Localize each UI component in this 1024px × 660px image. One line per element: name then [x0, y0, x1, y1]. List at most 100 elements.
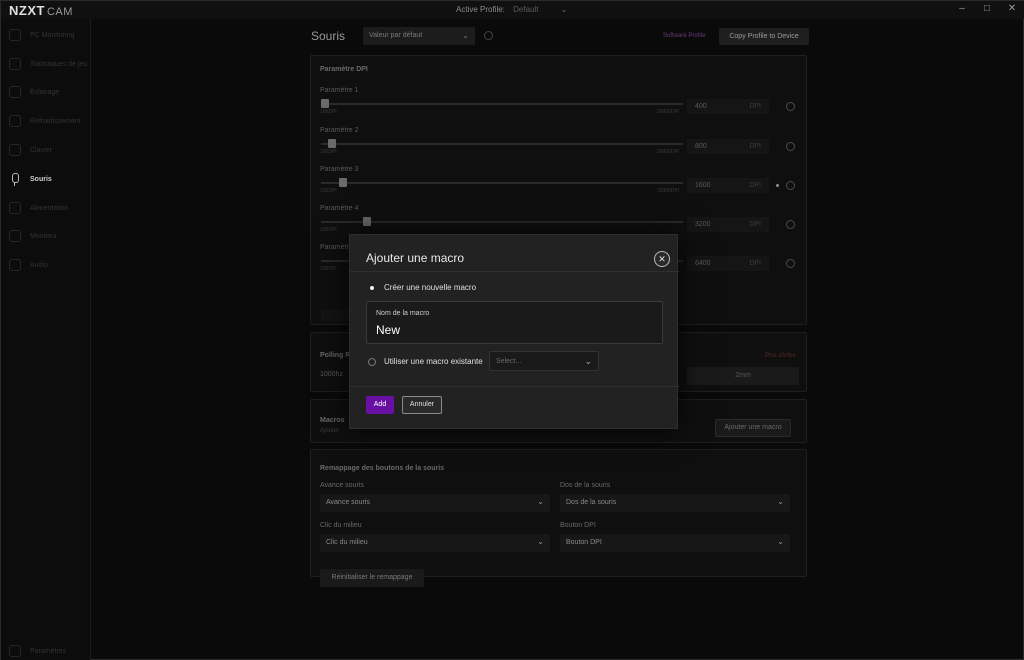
sidebar-item-label: Alimentation	[30, 204, 69, 212]
page-title: Souris	[311, 29, 346, 43]
dpi-value: 1600	[695, 182, 711, 189]
macros-title: Macros	[320, 417, 345, 424]
dpi-slider-1[interactable]	[321, 99, 683, 108]
slider-min-label: 100DPI	[320, 109, 337, 115]
remap-select-dpi[interactable]: Bouton DPI ⌄	[560, 534, 790, 552]
close-icon[interactable]: ✕	[654, 251, 670, 267]
logo-subtext: CAM	[46, 6, 73, 18]
software-profile-link[interactable]: Software Profile	[663, 33, 705, 39]
sidebar-item-label: Souris	[30, 175, 52, 183]
active-profile-selector[interactable]: Active Profile: Default ⌄	[456, 5, 567, 14]
sidebar-item-settings[interactable]: Paramètres	[9, 644, 66, 658]
slider-min-label: 100DPI	[320, 188, 337, 194]
radio-new-macro[interactable]: Créer une nouvelle macro	[368, 283, 476, 292]
dpi-value-field[interactable]: 800 DPI	[687, 139, 769, 154]
remove-level-icon[interactable]	[786, 142, 795, 151]
slider-thumb[interactable]	[363, 217, 372, 226]
slider-thumb[interactable]	[338, 178, 347, 187]
radio-selected-icon	[368, 284, 376, 292]
chevron-down-icon: ⌄	[462, 31, 469, 40]
dpi-unit: DPI	[749, 221, 761, 228]
power-icon	[9, 202, 21, 214]
add-macro-button[interactable]: Ajouter une macro	[715, 419, 791, 437]
remap-select-value: Clic du milieu	[326, 539, 368, 546]
slider-min-label: 100DPI	[320, 266, 337, 272]
dpi-value-field[interactable]: 3200 DPI	[687, 217, 769, 232]
sidebar-item-audio[interactable]: Audio	[9, 258, 48, 272]
remap-select-value: Avance souris	[326, 499, 370, 506]
remap-label-dpi: Bouton DPI	[560, 522, 596, 529]
chevron-down-icon: ⌄	[560, 5, 568, 14]
minimize-button[interactable]: –	[954, 3, 970, 14]
chevron-down-icon: ⌄	[584, 356, 592, 366]
sidebar-item-cooling[interactable]: Refroidissement	[9, 114, 81, 128]
remove-level-icon[interactable]	[786, 102, 795, 111]
dpi-value-field[interactable]: 400 DPI	[687, 99, 769, 114]
add-macro-dialog: Ajouter une macro ✕ Créer une nouvelle m…	[349, 234, 679, 429]
chevron-down-icon: ⌄	[537, 537, 544, 546]
sidebar-item-label: Refroidissement	[30, 117, 81, 125]
remap-select-forward[interactable]: Avance souris ⌄	[320, 494, 550, 512]
remove-level-icon[interactable]	[786, 259, 795, 268]
slider-min-label: 100DPI	[320, 227, 337, 233]
remove-level-icon[interactable]	[786, 181, 795, 190]
more-info-link[interactable]: Plus d'infos	[765, 353, 796, 359]
active-profile-label: Active Profile:	[456, 5, 505, 14]
radio-unselected-icon	[368, 357, 376, 366]
radio-existing-macro[interactable]: Utiliser une macro existante	[368, 357, 483, 366]
dpi-slider-4[interactable]	[321, 217, 683, 226]
slider-thumb[interactable]	[328, 139, 337, 148]
dpi-value: 400	[695, 103, 707, 110]
sidebar-item-label: Éclairage	[30, 88, 60, 96]
dpi-level-label: Paramètre 1	[320, 87, 359, 94]
remap-select-value: Dos de la souris	[566, 499, 617, 506]
remap-select-value: Bouton DPI	[566, 539, 602, 546]
dpi-slider-2[interactable]	[321, 139, 683, 148]
remap-select-middle[interactable]: Clic du milieu ⌄	[320, 534, 550, 552]
divider	[350, 386, 679, 387]
cancel-button[interactable]: Annuler	[402, 396, 442, 414]
sidebar-item-mouse[interactable]: Souris	[9, 172, 52, 186]
chevron-down-icon: ⌄	[777, 497, 784, 506]
sidebar-item-game-stats[interactable]: Statistiques de jeu	[9, 57, 87, 71]
sidebar-item-lighting[interactable]: Éclairage	[9, 85, 59, 99]
select-placeholder: Select...	[496, 358, 522, 365]
polling-rate-select[interactable]: 1000hz	[320, 367, 348, 383]
existing-macro-select[interactable]: Select... ⌄	[489, 351, 599, 371]
add-button[interactable]: Add	[366, 396, 394, 414]
chevron-down-icon: ⌄	[537, 497, 544, 506]
window-close-button[interactable]: ✕	[1004, 3, 1020, 14]
dpi-value-field[interactable]: 1600 DPI	[687, 178, 769, 193]
dpi-unit: DPI	[749, 143, 761, 150]
dpi-unit: DPI	[749, 103, 761, 110]
title-bar: NZXT CAM Active Profile: Default ⌄ – □ ✕	[1, 1, 1024, 19]
remove-level-icon[interactable]	[786, 220, 795, 229]
copy-profile-button[interactable]: Copy Profile to Device	[719, 28, 809, 45]
dpi-level-label: Paramètre 3	[320, 166, 359, 173]
keyboard-icon	[9, 144, 21, 156]
profile-select[interactable]: Valeur par défaut ⌄	[363, 27, 475, 45]
dpi-value: 800	[695, 143, 707, 150]
sidebar-item-display[interactable]: Moniteur	[9, 229, 57, 243]
fan-icon	[9, 115, 21, 127]
remap-label-middle: Clic du milieu	[320, 522, 362, 529]
macro-name-field[interactable]: Nom de la macro	[366, 301, 663, 344]
sidebar-item-keyboard[interactable]: Clavier	[9, 143, 52, 157]
macro-name-input[interactable]	[376, 322, 646, 338]
macro-name-label: Nom de la macro	[376, 310, 430, 317]
profile-select-value: Valeur par défaut	[369, 32, 423, 39]
reset-remap-button[interactable]: Réinitialiser le remappage	[320, 569, 424, 587]
maximize-button[interactable]: □	[979, 3, 995, 14]
dpi-slider-3[interactable]	[321, 178, 683, 187]
chevron-down-icon: ⌄	[777, 537, 784, 546]
app-logo: NZXT CAM	[9, 3, 73, 18]
remap-select-back[interactable]: Dos de la souris ⌄	[560, 494, 790, 512]
remap-panel: Remappage des boutons de la souris Avanc…	[310, 449, 807, 587]
dpi-value-field[interactable]: 6400 DPI	[687, 256, 769, 271]
slider-thumb[interactable]	[321, 99, 329, 108]
game-icon	[9, 58, 21, 70]
sidebar-item-pc-monitoring[interactable]: PC Monitoring	[9, 28, 74, 42]
settings-icon[interactable]	[484, 31, 493, 40]
sidebar-item-power[interactable]: Alimentation	[9, 201, 69, 215]
lift-off-distance-button[interactable]: 2mm	[687, 367, 799, 385]
